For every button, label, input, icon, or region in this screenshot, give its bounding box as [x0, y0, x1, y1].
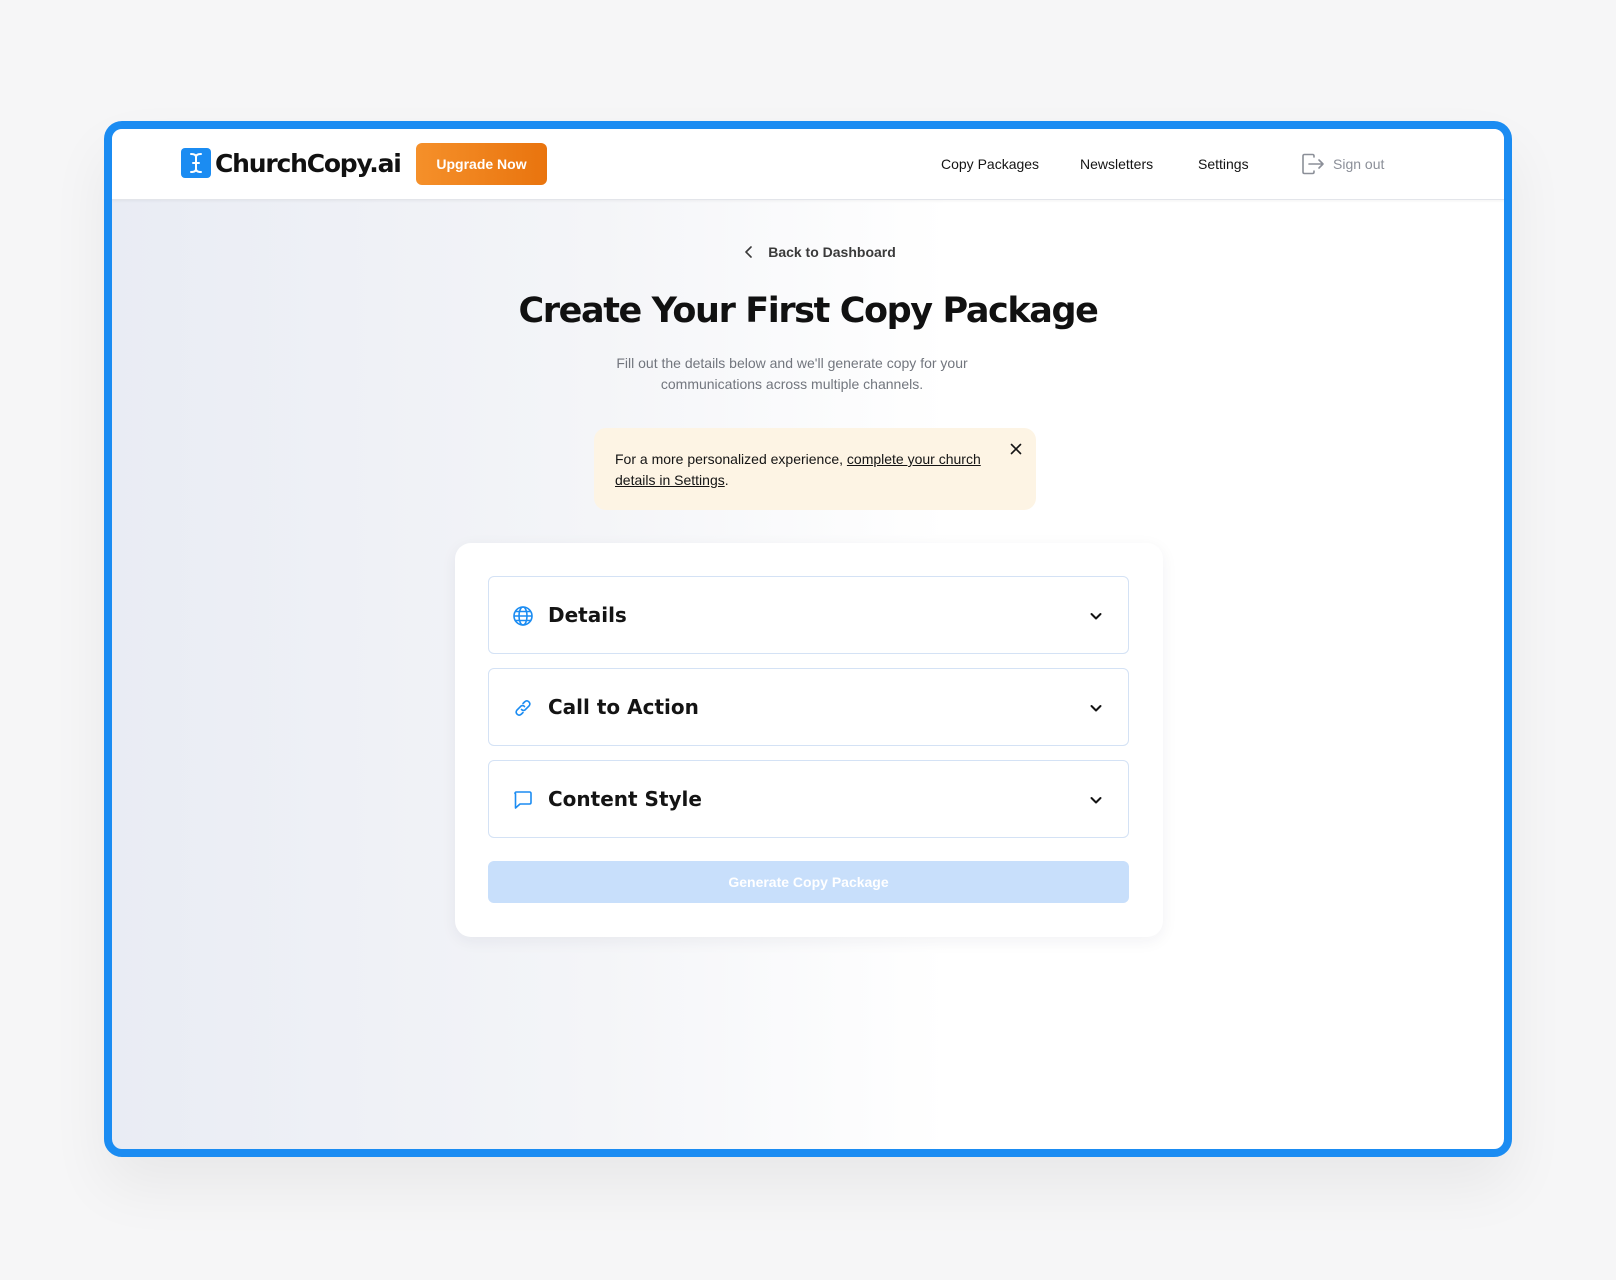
top-navigation-bar: ChurchCopy.ai Upgrade Now Copy Packages … [112, 129, 1504, 200]
chat-bubble-icon [514, 791, 532, 809]
close-icon[interactable] [1008, 441, 1024, 457]
back-to-dashboard-link[interactable]: Back to Dashboard [744, 244, 896, 260]
nav-item-newsletters[interactable]: Newsletters [1080, 156, 1153, 172]
nav-item-settings[interactable]: Settings [1198, 156, 1249, 172]
copy-package-form-card: Details Call to Action Content Style Gen… [455, 543, 1163, 937]
chevron-left-icon [745, 246, 753, 258]
back-label: Back to Dashboard [768, 244, 896, 260]
call-to-action-section-toggle[interactable]: Call to Action [488, 668, 1129, 746]
details-section-toggle[interactable]: Details [488, 576, 1129, 654]
main-nav: Copy Packages Newsletters Settings Sign … [112, 129, 1504, 199]
app-window: ChurchCopy.ai Upgrade Now Copy Packages … [104, 121, 1512, 1157]
page-title: Create Your First Copy Package [518, 291, 1099, 331]
section-label-call-to-action: Call to Action [548, 695, 699, 719]
globe-icon [513, 606, 533, 626]
chevron-down-icon [1090, 797, 1102, 804]
sign-out-label: Sign out [1333, 156, 1385, 172]
section-label-details: Details [548, 603, 627, 627]
settings-notice-banner: For a more personalized experience, comp… [594, 428, 1036, 510]
page-subtitle: Fill out the details below and we'll gen… [616, 355, 968, 392]
content-style-section-toggle[interactable]: Content Style [488, 760, 1129, 838]
chevron-down-icon [1090, 705, 1102, 712]
section-label-content-style: Content Style [548, 787, 702, 811]
generate-copy-package-button[interactable]: Generate Copy Package [488, 861, 1129, 903]
notice-text-end: . [724, 472, 729, 488]
link-icon [515, 700, 531, 716]
sign-out-button[interactable]: Sign out [1301, 153, 1384, 175]
chevron-down-icon [1090, 613, 1102, 620]
notice-text: For a more personalized experience, [615, 451, 847, 467]
back-link-row: Back to Dashboard [112, 244, 1504, 260]
nav-item-copy-packages[interactable]: Copy Packages [941, 156, 1039, 172]
sign-out-icon [1302, 153, 1324, 175]
